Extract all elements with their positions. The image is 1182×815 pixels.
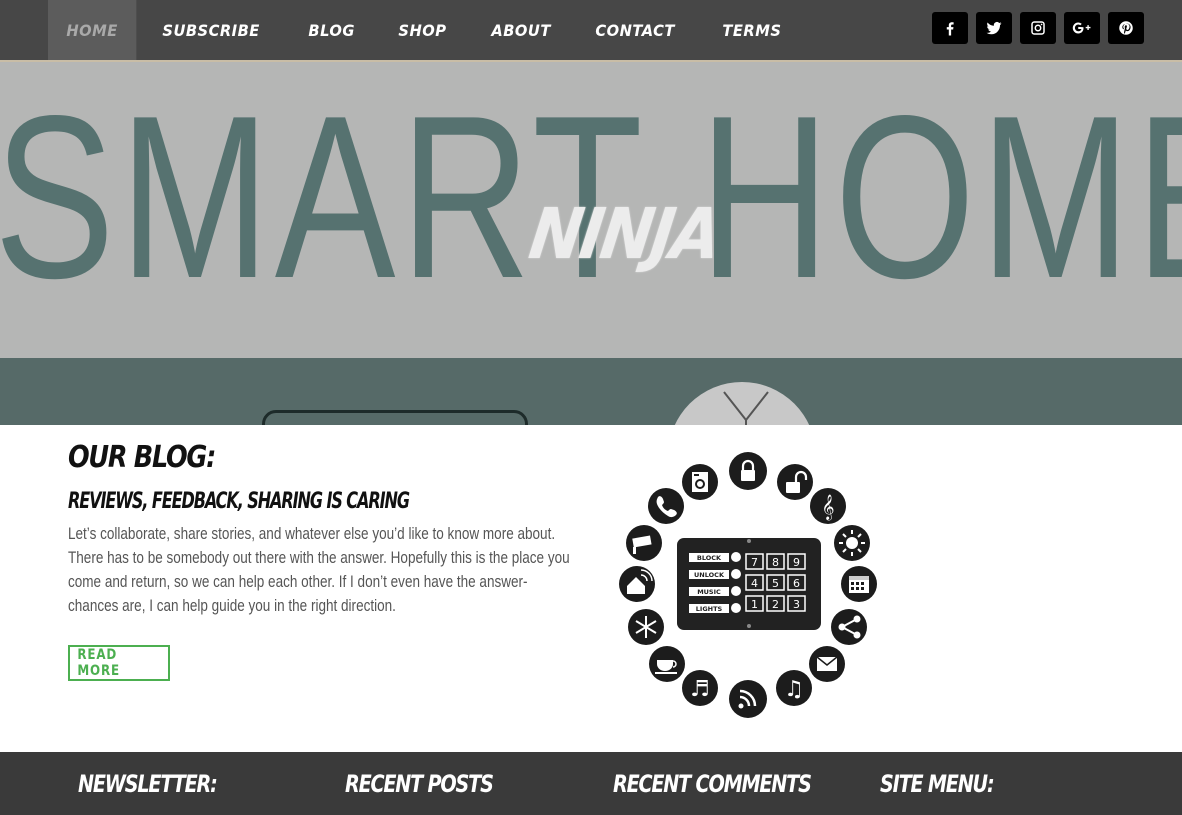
read-more-button[interactable]: READ MORE	[68, 645, 170, 681]
twitter-icon	[986, 21, 1002, 35]
key-4: 4	[751, 577, 758, 590]
key-9: 9	[793, 556, 800, 569]
key-7: 7	[751, 556, 758, 569]
music-notes-icon: ♫	[776, 670, 812, 706]
sun-icon	[834, 525, 870, 561]
pinterest-button[interactable]	[1108, 12, 1144, 44]
instagram-button[interactable]	[1020, 12, 1056, 44]
home-wifi-icon	[619, 566, 655, 602]
blog-title: OUR BLOG:	[68, 440, 216, 475]
key-8: 8	[772, 556, 779, 569]
hero-banner: SMART HOME NINJA	[0, 60, 1182, 425]
footer-heading-newsletter: NEWSLETTER:	[78, 770, 218, 798]
hero-decor-x	[723, 391, 769, 425]
instagram-icon	[1031, 21, 1045, 35]
nav-blog[interactable]: BLOG	[290, 0, 373, 60]
footer-heading-recent-comments: RECENT COMMENTS	[613, 770, 812, 798]
blog-intro: OUR BLOG: REVIEWS, FEEDBACK, SHARING IS …	[68, 440, 588, 618]
treble-clef-icon: 𝄞	[810, 488, 846, 524]
top-navigation: HOME SUBSCRIBE BLOG SHOP ABOUT CONTACT T…	[0, 0, 1182, 60]
wifi-signal-icon	[729, 680, 767, 718]
footer: NEWSLETTER: RECENT POSTS RECENT COMMENTS…	[0, 752, 1182, 815]
read-more-label: READ MORE	[77, 647, 121, 679]
snowflake-icon	[628, 609, 664, 645]
washer-icon	[682, 464, 718, 500]
key-1: 1	[751, 598, 758, 611]
facebook-button[interactable]	[932, 12, 968, 44]
music-note-icon: ♬	[682, 670, 718, 706]
footer-heading-recent-posts: RECENT POSTS	[345, 770, 494, 798]
blog-body: Let’s collaborate, share stories, and wh…	[68, 525, 570, 615]
share-icon	[831, 609, 867, 645]
hero-decor-rect	[262, 410, 528, 425]
nav-terms[interactable]: TERMS	[704, 0, 800, 60]
nav-contact[interactable]: CONTACT	[577, 0, 693, 60]
lock-icon	[729, 452, 767, 490]
nav-subscribe[interactable]: SUBSCRIBE	[144, 0, 278, 60]
panel-label-music: MUSIC	[697, 588, 721, 596]
blog-subtitle: REVIEWS, FEEDBACK, SHARING IS CARING	[68, 489, 410, 514]
calendar-icon	[841, 566, 877, 602]
nav-links: HOME SUBSCRIBE BLOG SHOP ABOUT CONTACT T…	[48, 0, 808, 60]
panel-label-block: BLOCK	[697, 554, 722, 562]
google-plus-button[interactable]	[1064, 12, 1100, 44]
svg-text:♬: ♬	[690, 677, 710, 702]
pinterest-icon	[1119, 21, 1133, 35]
nav-home[interactable]: HOME	[48, 0, 137, 60]
smart-home-icon-wheel: BLOCK UNLOCK MUSIC LIGHTS 7 8 9 4 5 6 1 …	[619, 452, 877, 718]
footer-heading-site-menu: SITE MENU:	[880, 770, 995, 798]
panel-label-unlock: UNLOCK	[694, 571, 725, 579]
hero-band	[0, 358, 1182, 425]
coffee-icon	[649, 646, 685, 682]
panel-label-lights: LIGHTS	[696, 605, 723, 613]
phone-icon	[648, 488, 684, 524]
key-2: 2	[772, 598, 779, 611]
camera-icon	[626, 525, 662, 561]
social-links	[932, 12, 1144, 44]
nav-shop[interactable]: SHOP	[380, 0, 465, 60]
svg-text:𝄞: 𝄞	[821, 494, 834, 520]
google-plus-icon	[1072, 22, 1091, 34]
site-logo[interactable]: NINJA	[525, 193, 724, 275]
facebook-icon	[946, 22, 954, 36]
key-6: 6	[793, 577, 800, 590]
key-5: 5	[772, 577, 779, 590]
mail-icon	[809, 646, 845, 682]
unlock-icon	[777, 464, 813, 500]
twitter-button[interactable]	[976, 12, 1012, 44]
svg-text:♫: ♫	[784, 677, 804, 702]
nav-about[interactable]: ABOUT	[473, 0, 569, 60]
key-3: 3	[793, 598, 800, 611]
tablet-keypad: 7 8 9 4 5 6 1 2 3	[745, 553, 806, 612]
